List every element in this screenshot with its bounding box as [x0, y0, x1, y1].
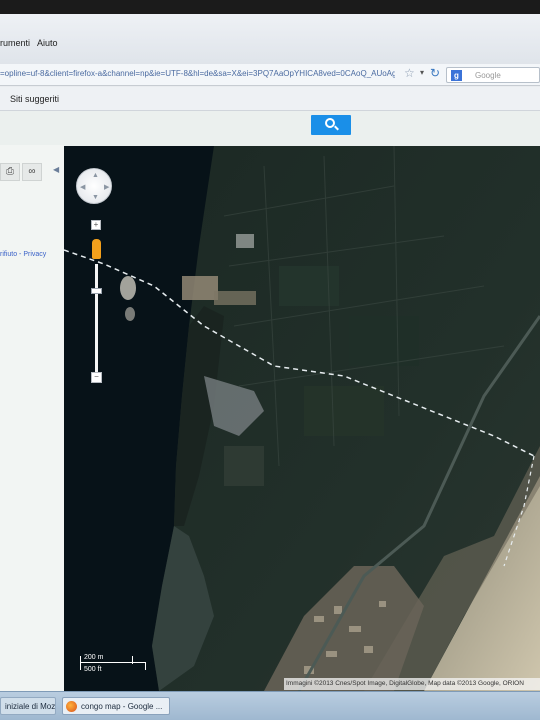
address-bar[interactable]: =opline=uf-8&client=firefox-a&channel=np… [0, 64, 540, 86]
collapse-panel-icon[interactable]: ◀ [53, 165, 59, 174]
zoom-slider-thumb[interactable] [91, 288, 102, 294]
bookmark-suggested-sites[interactable]: Siti suggeriti [10, 94, 59, 104]
zoom-out-button[interactable]: − [91, 372, 102, 383]
star-icon[interactable]: ☆ [404, 66, 415, 80]
pegman-icon[interactable] [92, 239, 101, 259]
reload-icon[interactable]: ↻ [430, 66, 440, 80]
monitor-bezel [0, 0, 540, 14]
link-icon[interactable]: ∞ [22, 163, 42, 181]
firefox-icon [66, 701, 77, 712]
menu-item-help[interactable]: Aiuto [37, 38, 58, 48]
menu-bar: rumenti Aiuto [0, 14, 540, 66]
menu-item-tools[interactable]: rumenti [0, 38, 30, 48]
google-icon[interactable]: g [451, 70, 462, 81]
scale-bar: 200 m 500 ft [80, 654, 146, 676]
search-button[interactable] [311, 115, 351, 135]
print-icon[interactable]: ⎙ [0, 163, 20, 181]
search-engine-box[interactable]: g Google [446, 67, 540, 83]
zoom-in-button[interactable]: + [91, 220, 101, 230]
scale-imperial: 500 ft [84, 666, 102, 673]
pan-control[interactable]: ▲ ▼ ◀ ▶ [76, 168, 112, 204]
left-panel: ⎙ ∞ ◀ rifiuto - Privacy [0, 145, 64, 691]
search-engine-label: Google [475, 71, 501, 80]
scale-metric: 200 m [84, 654, 104, 661]
url-text[interactable]: =opline=uf-8&client=firefox-a&channel=np… [0, 69, 395, 78]
page-content: ⎙ ∞ ◀ rifiuto - Privacy ▲ ▼ ◀ ▶ + − 200 … [0, 111, 540, 691]
taskbar-item-firefox-home[interactable]: iniziale di Mozil... [0, 697, 56, 715]
privacy-link[interactable]: rifiuto - Privacy [0, 251, 46, 258]
satellite-imagery [64, 146, 540, 691]
taskbar: iniziale di Mozil... congo map - Google … [0, 691, 540, 720]
browser-window: rumenti Aiuto =opline=uf-8&client=firefo… [0, 0, 540, 720]
map-attribution: Immagini ©2013 Cnes/Spot Image, DigitalG… [284, 678, 540, 690]
dropdown-icon[interactable]: ▾ [420, 68, 424, 77]
bookmarks-bar: Siti suggeriti [0, 87, 540, 111]
taskbar-item-label: congo map - Google ... [81, 702, 163, 711]
taskbar-item-congo-map[interactable]: congo map - Google ... [62, 697, 170, 715]
zoom-slider[interactable] [95, 264, 98, 378]
satellite-map[interactable]: ▲ ▼ ◀ ▶ + − 200 m 500 ft Immagini ©2013 … [64, 146, 540, 691]
